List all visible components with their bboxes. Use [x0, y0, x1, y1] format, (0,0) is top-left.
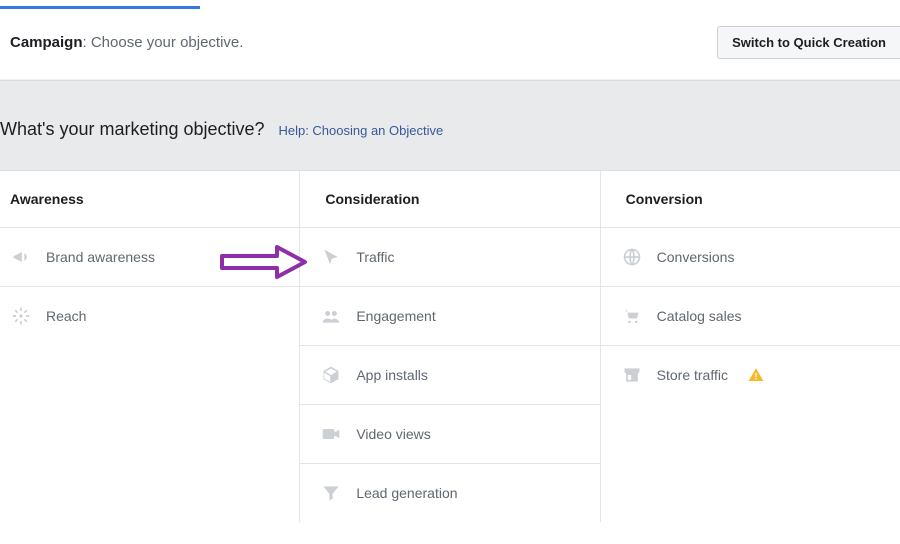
campaign-label: Campaign: Choose your objective.	[10, 34, 243, 51]
funnel-icon	[320, 482, 342, 504]
column-awareness: Awareness Brand awareness Reach	[0, 171, 300, 522]
cursor-icon	[320, 246, 342, 268]
option-label: App installs	[356, 367, 428, 383]
column-conversion: Conversion Conversions Catalog sales Sto…	[601, 171, 900, 522]
question-bar: What's your marketing objective? Help: C…	[0, 80, 900, 171]
campaign-title: Campaign	[10, 34, 83, 51]
objective-columns: Awareness Brand awareness Reach Consider…	[0, 171, 900, 522]
option-label: Lead generation	[356, 485, 457, 501]
store-icon	[621, 364, 643, 386]
option-reach[interactable]: Reach	[0, 286, 299, 345]
option-video-views[interactable]: Video views	[300, 404, 599, 463]
help-link[interactable]: Help: Choosing an Objective	[278, 123, 443, 138]
option-label: Catalog sales	[657, 308, 742, 324]
option-conversions[interactable]: Conversions	[601, 227, 900, 286]
globe-icon	[621, 246, 643, 268]
box-icon	[320, 364, 342, 386]
column-header-consideration: Consideration	[300, 171, 599, 227]
warning-icon	[748, 367, 764, 383]
header-row: Campaign: Choose your objective. Switch …	[0, 6, 900, 80]
video-icon	[320, 423, 342, 445]
option-lead-generation[interactable]: Lead generation	[300, 463, 599, 522]
option-label: Brand awareness	[46, 249, 155, 265]
question-text: What's your marketing objective?	[0, 119, 265, 139]
option-store-traffic[interactable]: Store traffic	[601, 345, 900, 404]
reach-icon	[10, 305, 32, 327]
option-engagement[interactable]: Engagement	[300, 286, 599, 345]
megaphone-icon	[10, 246, 32, 268]
option-catalog-sales[interactable]: Catalog sales	[601, 286, 900, 345]
cart-icon	[621, 305, 643, 327]
progress-indicator	[0, 6, 200, 9]
option-traffic[interactable]: Traffic	[300, 227, 599, 286]
option-label: Video views	[356, 426, 430, 442]
option-label: Store traffic	[657, 367, 728, 383]
column-header-conversion: Conversion	[601, 171, 900, 227]
column-header-awareness: Awareness	[0, 171, 299, 227]
campaign-subtitle: : Choose your objective.	[83, 34, 244, 51]
option-label: Reach	[46, 308, 86, 324]
option-label: Traffic	[356, 249, 394, 265]
option-label: Engagement	[356, 308, 435, 324]
option-brand-awareness[interactable]: Brand awareness	[0, 227, 299, 286]
option-label: Conversions	[657, 249, 735, 265]
option-app-installs[interactable]: App installs	[300, 345, 599, 404]
people-icon	[320, 305, 342, 327]
switch-quick-creation-button[interactable]: Switch to Quick Creation	[717, 26, 900, 59]
column-consideration: Consideration Traffic Engagement App ins…	[300, 171, 600, 522]
